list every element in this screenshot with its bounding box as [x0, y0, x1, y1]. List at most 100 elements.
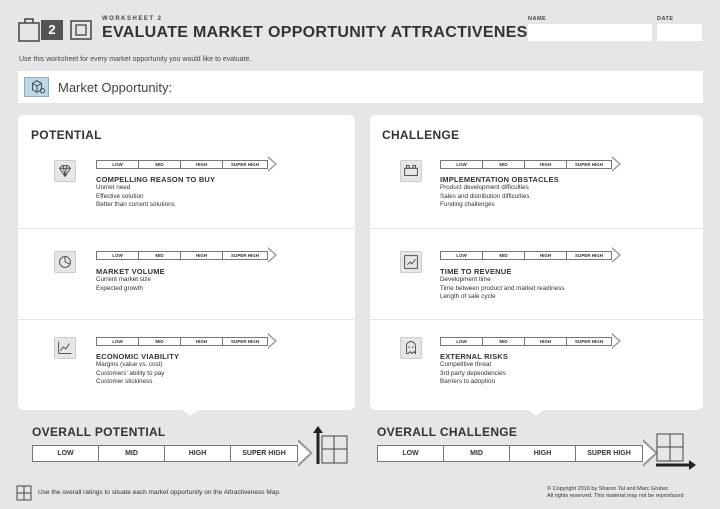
scale-high[interactable]: HIGH	[525, 160, 567, 168]
divider	[370, 319, 703, 320]
scale-super-high[interactable]: SUPER HIGH	[223, 338, 267, 345]
scale-super-high[interactable]: SUPER HIGH	[567, 252, 611, 259]
ghost-icon	[400, 337, 422, 359]
scale-mid[interactable]: MID	[139, 337, 181, 345]
overall-challenge-title: OVERALL CHALLENGE	[377, 425, 518, 439]
scale-high[interactable]: HIGH	[181, 337, 223, 345]
map-grid-icon	[16, 485, 32, 501]
rating-scale[interactable]: LOW MID HIGH SUPER HIGH	[440, 156, 621, 172]
scale-low[interactable]: LOW	[441, 251, 483, 259]
scale-high[interactable]: HIGH	[525, 337, 567, 345]
arrow-right-icon	[612, 247, 621, 263]
market-opportunity-label: Market Opportunity:	[58, 80, 173, 95]
criterion-item: Customers' ability to pay	[96, 369, 165, 377]
scale-low[interactable]: LOW	[97, 251, 139, 259]
scale-mid[interactable]: MID	[99, 445, 165, 461]
scale-mid[interactable]: MID	[483, 160, 525, 168]
pie-chart-icon	[54, 251, 76, 273]
criterion-items: Unmet need Effective solution Better tha…	[96, 184, 175, 210]
worksheet-number: 2	[41, 20, 63, 40]
criterion-title: ECONOMIC VIABILITY	[96, 352, 180, 361]
criterion-item: Current market size	[96, 276, 151, 283]
clock-chart-icon	[400, 251, 422, 273]
scale-super-high[interactable]: SUPER HIGH	[567, 338, 611, 345]
rating-scale[interactable]: LOW MID HIGH SUPER HIGH	[96, 333, 277, 349]
date-field[interactable]	[657, 24, 702, 41]
scale-super-high[interactable]: SUPER HIGH	[223, 161, 267, 168]
criterion-item: Length of sale cycle	[440, 293, 496, 300]
criterion-items: Margins (value vs. cost) Customers' abil…	[96, 361, 164, 387]
overall-potential-scale[interactable]: LOW MID HIGH SUPER HIGH	[32, 439, 313, 467]
criterion-title: MARKET VOLUME	[96, 267, 165, 276]
scale-high[interactable]: HIGH	[510, 445, 576, 461]
scale-high[interactable]: HIGH	[181, 251, 223, 259]
scale-high[interactable]: HIGH	[525, 251, 567, 259]
criterion-item: Barriers to adoption	[440, 378, 495, 385]
scale-low[interactable]: LOW	[97, 337, 139, 345]
criterion-item: 3rd party dependencies	[440, 369, 506, 377]
bricks-icon	[400, 160, 422, 182]
criterion-item: Customer stickiness	[96, 378, 153, 385]
criterion-title: COMPELLING REASON TO BUY	[96, 175, 216, 184]
criterion-items: Competitive threat 3rd party dependencie…	[440, 361, 506, 387]
name-label: NAME	[528, 16, 547, 22]
rating-scale[interactable]: LOW MID HIGH SUPER HIGH	[96, 247, 277, 263]
divider	[370, 228, 703, 229]
scale-mid[interactable]: MID	[139, 251, 181, 259]
criterion-item: Competitive threat	[440, 361, 492, 368]
copyright: © Copyright 2016 by Sharon Tal and Marc …	[547, 486, 717, 500]
page-title: EVALUATE MARKET OPPORTUNITY ATTRACTIVENE…	[102, 24, 539, 41]
scale-high[interactable]: HIGH	[165, 445, 231, 461]
criterion-item: Better than current solutions	[96, 201, 175, 208]
criterion-item: Unmet need	[96, 184, 131, 191]
scale-super-high[interactable]: SUPER HIGH	[223, 252, 267, 259]
date-label: DATE	[657, 16, 674, 22]
worksheet-label: WORKSHEET 2	[102, 16, 163, 22]
criterion-items: Current market size Expected growth	[96, 276, 151, 293]
criterion-item: Product development difficulties	[440, 184, 529, 191]
name-field[interactable]	[528, 24, 652, 41]
scale-high[interactable]: HIGH	[181, 160, 223, 168]
criterion-item: Effective solution	[96, 192, 144, 200]
arrow-right-icon	[268, 333, 277, 349]
criterion-title: EXTERNAL RISKS	[440, 352, 509, 361]
potential-map-icon	[313, 426, 348, 464]
arrow-right-icon	[612, 156, 621, 172]
divider	[18, 228, 355, 229]
criterion-item: Sales and distribution difficulties	[440, 192, 530, 200]
challenge-panel-pointer	[506, 404, 566, 416]
scale-mid[interactable]: MID	[139, 160, 181, 168]
potential-panel-pointer	[160, 404, 220, 416]
criterion-item: Funding challenges	[440, 201, 495, 208]
rating-scale[interactable]: LOW MID HIGH SUPER HIGH	[440, 247, 621, 263]
subtitle: Use this worksheet for every market oppo…	[19, 56, 252, 63]
arrow-right-icon	[298, 439, 313, 467]
scale-super-high[interactable]: SUPER HIGH	[231, 446, 297, 461]
scale-super-high[interactable]: SUPER HIGH	[576, 446, 642, 461]
line-chart-icon	[54, 337, 76, 359]
scale-mid[interactable]: MID	[483, 337, 525, 345]
criterion-item: Expected growth	[96, 284, 143, 292]
cube-icon	[24, 77, 49, 97]
target-square-icon	[70, 20, 92, 40]
overall-challenge-scale[interactable]: LOW MID HIGH SUPER HIGH	[377, 439, 658, 467]
scale-low[interactable]: LOW	[97, 160, 139, 168]
scale-low[interactable]: LOW	[441, 337, 483, 345]
arrow-right-icon	[268, 156, 277, 172]
scale-mid[interactable]: MID	[444, 445, 510, 461]
criterion-item: Time between product and market readines…	[440, 284, 565, 292]
challenge-map-icon	[656, 433, 696, 470]
challenge-title: CHALLENGE	[382, 128, 460, 142]
potential-title: POTENTIAL	[31, 128, 102, 142]
scale-super-high[interactable]: SUPER HIGH	[567, 161, 611, 168]
scale-mid[interactable]: MID	[483, 251, 525, 259]
rating-scale[interactable]: LOW MID HIGH SUPER HIGH	[440, 333, 621, 349]
overall-potential-title: OVERALL POTENTIAL	[32, 425, 166, 439]
divider	[18, 319, 355, 320]
copyright-line: © Copyright 2016 by Sharon Tal and Marc …	[547, 486, 670, 492]
scale-low[interactable]: LOW	[378, 445, 444, 461]
scale-low[interactable]: LOW	[33, 445, 99, 461]
criterion-title: IMPLEMENTATION OBSTACLES	[440, 175, 559, 184]
scale-low[interactable]: LOW	[441, 160, 483, 168]
rating-scale[interactable]: LOW MID HIGH SUPER HIGH	[96, 156, 277, 172]
